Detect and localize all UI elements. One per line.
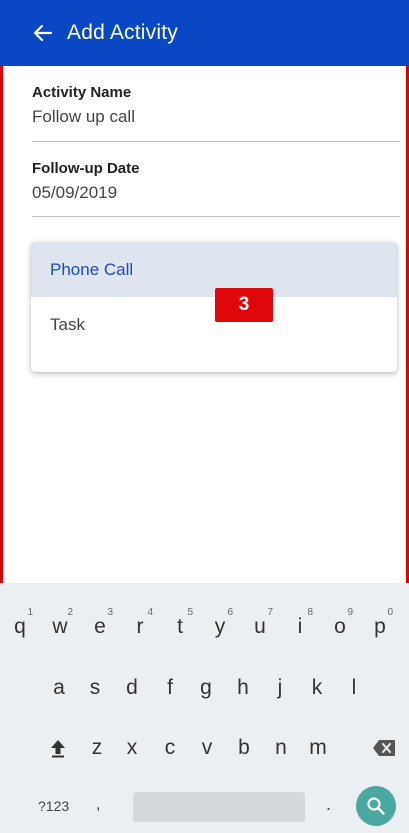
key-y[interactable]: y6: [204, 607, 236, 647]
space-key[interactable]: [133, 792, 305, 822]
key-v[interactable]: v: [191, 728, 223, 768]
key-label: w: [52, 615, 68, 638]
key-hint: 9: [347, 607, 353, 618]
activity-name-field[interactable]: Activity Name Follow up call: [32, 84, 400, 142]
key-g[interactable]: g: [190, 668, 222, 708]
app-bar: Add Activity: [0, 0, 409, 66]
key-label: r: [136, 615, 144, 638]
key-a[interactable]: a: [43, 668, 75, 708]
key-hint: 1: [27, 607, 33, 618]
key-hint: 8: [307, 607, 313, 618]
search-key[interactable]: [356, 786, 396, 826]
key-u[interactable]: u7: [244, 607, 276, 647]
key-q[interactable]: q1: [4, 607, 36, 647]
field-underline: [32, 141, 400, 142]
field-underline: [32, 216, 400, 217]
key-r[interactable]: r4: [124, 607, 156, 647]
keyboard-row-4: ?123 , .: [0, 785, 409, 826]
key-w[interactable]: w2: [44, 607, 76, 647]
key-x[interactable]: x: [116, 728, 148, 768]
key-hint: 6: [227, 607, 233, 618]
key-label: y: [214, 615, 226, 638]
key-label: o: [334, 615, 346, 638]
key-hint: 7: [267, 607, 273, 618]
key-p[interactable]: p0: [364, 607, 396, 647]
activity-name-label: Activity Name: [32, 84, 132, 101]
backspace-icon: [373, 740, 395, 756]
period-key[interactable]: .: [326, 794, 331, 815]
comma-key[interactable]: ,: [96, 796, 100, 814]
key-hint: 4: [147, 607, 153, 618]
key-hint: 2: [67, 607, 73, 618]
key-label: i: [297, 615, 303, 638]
follow-up-date-value[interactable]: 05/09/2019: [32, 183, 400, 203]
keyboard-row-2: a s d f g h j k l: [0, 668, 409, 708]
key-f[interactable]: f: [154, 668, 186, 708]
activity-type-dropdown: Phone Call Task: [31, 242, 397, 372]
key-hint: 0: [387, 607, 393, 618]
shift-icon: [51, 740, 65, 758]
key-c[interactable]: c: [154, 728, 186, 768]
shift-key[interactable]: [42, 728, 74, 768]
keyboard-row-3: z x c v b n m: [0, 728, 409, 768]
backspace-key[interactable]: [368, 728, 400, 768]
key-label: e: [94, 615, 106, 638]
back-button[interactable]: [32, 22, 54, 44]
key-label: p: [374, 615, 386, 638]
symbols-key[interactable]: ?123: [38, 798, 69, 814]
key-s[interactable]: s: [79, 668, 111, 708]
key-z[interactable]: z: [81, 728, 113, 768]
follow-up-date-label: Follow-up Date: [32, 160, 140, 177]
activity-name-value[interactable]: Follow up call: [32, 107, 400, 127]
key-label: q: [14, 615, 26, 638]
key-hint: 3: [107, 607, 113, 618]
key-t[interactable]: t5: [164, 607, 196, 647]
soft-keyboard: q1 w2 e3 r4 t5 y6 u7 i8 o9 p0 a s d f g …: [0, 583, 409, 833]
page-title: Add Activity: [67, 21, 178, 44]
key-k[interactable]: k: [301, 668, 333, 708]
arrow-left-icon: [33, 24, 53, 42]
key-d[interactable]: d: [116, 668, 148, 708]
key-label: t: [177, 615, 183, 638]
step-badge: 3: [215, 288, 273, 322]
key-l[interactable]: l: [338, 668, 370, 708]
search-icon: [367, 797, 385, 815]
key-j[interactable]: j: [264, 668, 296, 708]
key-n[interactable]: n: [265, 728, 297, 768]
key-label: u: [254, 615, 266, 638]
key-i[interactable]: i8: [284, 607, 316, 647]
keyboard-row-1: q1 w2 e3 r4 t5 y6 u7 i8 o9 p0: [0, 607, 409, 647]
key-o[interactable]: o9: [324, 607, 356, 647]
dropdown-option-phone-call[interactable]: Phone Call: [31, 242, 397, 297]
key-b[interactable]: b: [228, 728, 260, 768]
dropdown-option-task[interactable]: Task: [31, 297, 397, 352]
follow-up-date-field[interactable]: Follow-up Date 05/09/2019: [32, 160, 400, 218]
key-e[interactable]: e3: [84, 607, 116, 647]
key-m[interactable]: m: [302, 728, 334, 768]
key-h[interactable]: h: [227, 668, 259, 708]
key-hint: 5: [187, 607, 193, 618]
